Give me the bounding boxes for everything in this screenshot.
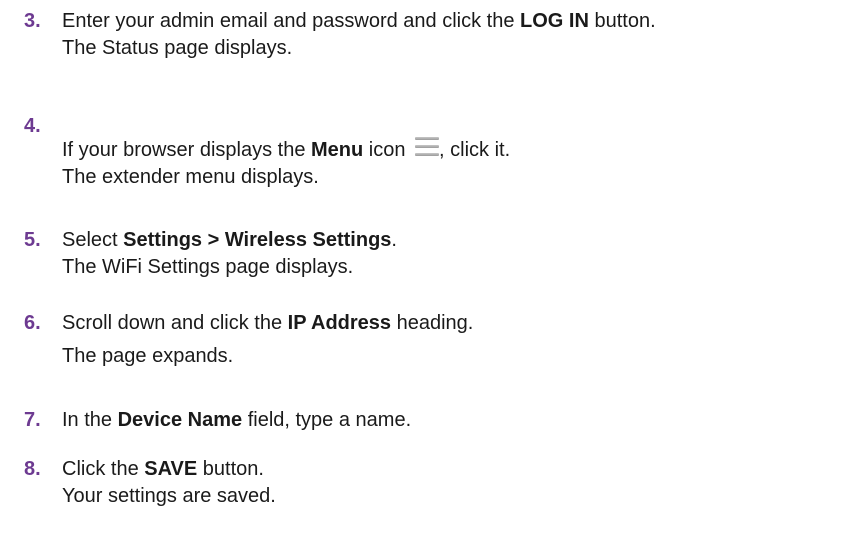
step-body: If your browser displays the Menu icon ,… [62,137,850,191]
step-number: 8. [24,458,41,480]
menu-path-wireless-settings: Wireless Settings [224,229,392,251]
instruction-line: Enter your admin email and password and … [62,10,656,32]
step-number: 7. [24,409,41,431]
instruction-line: Select Settings > Wireless Settings. [62,229,397,251]
step-body: In the Device Name field, type a name. [62,407,850,434]
result-line: The WiFi Settings page displays. [62,256,354,278]
button-name: LOG IN [520,10,589,32]
heading-name: IP Address [287,312,392,334]
field-name: Device Name [117,409,243,431]
menu-label: Menu [311,139,364,161]
step-number: 3. [24,10,41,32]
step-body: Select Settings > Wireless Settings. The… [62,227,850,281]
result-line: The extender menu displays. [62,166,319,188]
step-number: 6. [24,312,41,334]
step-number: 4. [24,115,41,137]
instruction-line: Scroll down and click the IP Address hea… [62,312,474,334]
menu-path-separator: > [202,229,225,251]
menu-icon [415,137,440,157]
step-body: Click the SAVE button. Your settings are… [62,456,850,510]
menu-path-settings: Settings [123,229,203,251]
instruction-line: Click the SAVE button. [62,458,264,480]
step-number: 5. [24,229,41,251]
step-body: Enter your admin email and password and … [62,8,850,62]
result-line: The page expands. [62,345,234,367]
result-line: Your settings are saved. [62,485,276,507]
instruction-line: In the Device Name field, type a name. [62,409,412,431]
button-name: SAVE [144,458,198,480]
step-body: Scroll down and click the IP Address hea… [62,310,850,370]
result-line: The Status page displays. [62,37,293,59]
instruction-line: If your browser displays the Menu icon ,… [62,137,511,161]
